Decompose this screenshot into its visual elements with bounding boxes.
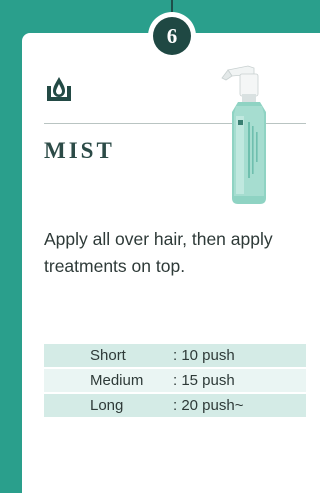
usage-table: Short : 10 push Medium : 15 push Long : … [44, 344, 306, 417]
drop-icon [47, 77, 71, 101]
spray-bottle-image [221, 65, 266, 204]
product-title: MIST [44, 138, 115, 163]
push-amount: : 20 push~ [173, 397, 244, 414]
hair-length: Long [90, 397, 124, 414]
hair-length: Short [90, 347, 126, 364]
usage-description: Apply all over hair, then apply treatmen… [44, 229, 273, 276]
table-row: Long : 20 push~ [44, 394, 306, 417]
table-row: Short : 10 push [44, 344, 306, 367]
push-amount: : 15 push [173, 372, 235, 389]
push-amount: : 10 push [173, 347, 235, 364]
table-row: Medium : 15 push [44, 369, 306, 392]
step-badge: 6 [148, 12, 196, 60]
step-number: 6 [153, 17, 191, 55]
hair-length: Medium [90, 372, 144, 389]
